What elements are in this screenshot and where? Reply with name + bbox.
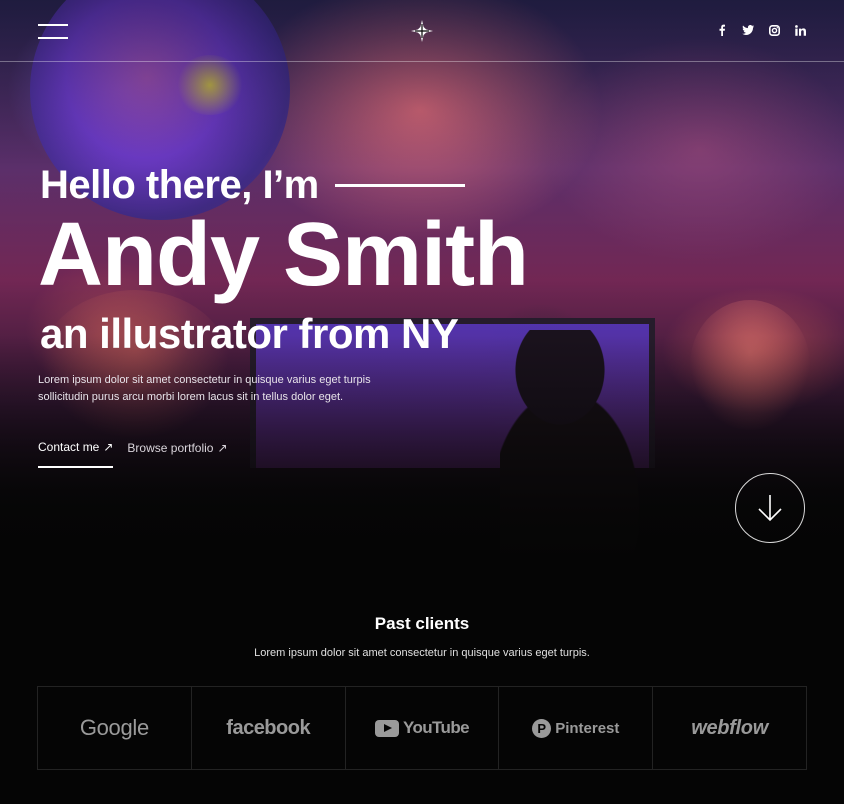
browse-portfolio-label: Browse portfolio (127, 441, 214, 455)
client-logo-youtube: YouTube (346, 687, 500, 769)
hero-actions: Contact me ↗ Browse portfolio ↗ (38, 440, 228, 468)
twitter-icon[interactable] (742, 23, 754, 37)
youtube-play-icon (374, 719, 399, 737)
greeting-divider (334, 184, 465, 187)
youtube-wordmark: YouTube (402, 718, 470, 737)
contact-me-label: Contact me (38, 440, 100, 454)
client-logo-webflow: webflow (653, 687, 806, 769)
facebook-logo: facebook (226, 716, 311, 739)
youtube-logo: YouTube (374, 718, 470, 738)
hero-description: Lorem ipsum dolor sit amet consectetur i… (38, 374, 371, 403)
browse-portfolio-link[interactable]: Browse portfolio ↗ (127, 440, 227, 468)
pinterest-icon: P (532, 718, 552, 738)
scroll-down-button[interactable] (735, 473, 805, 543)
client-logo-pinterest: P Pinterest (499, 687, 654, 769)
contact-me-link[interactable]: Contact me ↗ (38, 440, 114, 468)
hero-name: Andy Smith (38, 205, 529, 305)
hero-subtitle: an illustrator from NY (40, 310, 459, 357)
clients-title: Past clients (374, 614, 470, 633)
greeting-text: Hello there, I’m (40, 163, 319, 207)
webflow-logo: webflow (691, 716, 768, 739)
client-logos: Google facebook YouTube P Pinterest webf… (37, 686, 807, 770)
pinterest-logo: P Pinterest (532, 718, 620, 738)
client-logo-facebook: facebook (192, 687, 346, 769)
hamburger-menu-icon[interactable] (38, 22, 68, 40)
diamond-star-logo[interactable] (411, 20, 433, 42)
client-logo-google: Google (38, 687, 192, 769)
clients-description: Lorem ipsum dolor sit amet consectetur i… (254, 647, 590, 659)
google-logo: Google (79, 715, 149, 740)
pinterest-wordmark: Pinterest (555, 719, 620, 737)
instagram-icon[interactable] (768, 23, 780, 37)
arrow-down-icon (758, 495, 782, 522)
arrow-up-right-icon: ↗ (217, 441, 228, 455)
greeting-row: Hello there, I’m (40, 163, 465, 208)
arrow-up-right-icon: ↗ (103, 440, 114, 454)
facebook-icon[interactable] (716, 23, 728, 37)
linkedin-icon[interactable] (794, 23, 806, 37)
social-links (716, 23, 806, 37)
top-navigation (0, 0, 844, 62)
